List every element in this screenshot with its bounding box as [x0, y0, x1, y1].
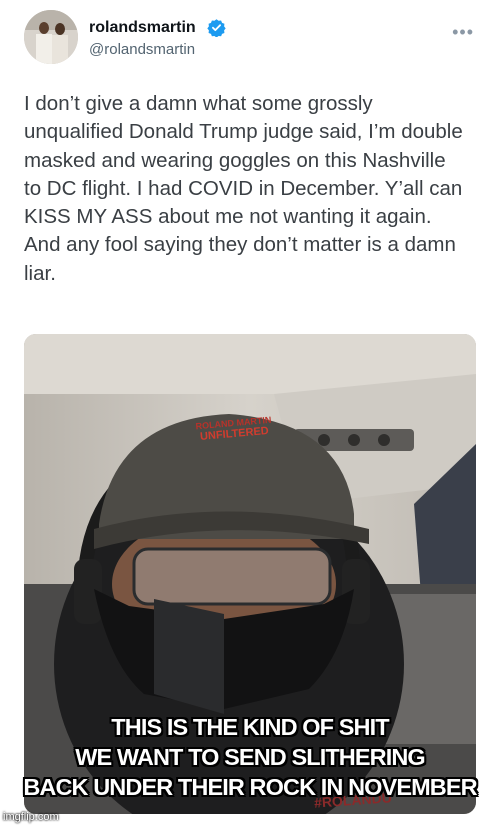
tweet-header: rolandsmartin @rolandsmartin •••: [24, 10, 476, 70]
tweet-text: I don’t give a damn what some grossly un…: [24, 92, 463, 285]
avatar-image: [24, 10, 78, 64]
meme-caption: THIS IS THE KIND OF SHIT WE WANT TO SEND…: [0, 712, 500, 802]
handle[interactable]: @rolandsmartin: [89, 41, 195, 58]
imgflip-watermark: imgflip.com: [3, 811, 59, 823]
more-options-icon[interactable]: •••: [452, 22, 474, 43]
caption-line-3: BACK UNDER THEIR ROCK IN NOVEMBER: [23, 774, 477, 800]
display-name[interactable]: rolandsmartin: [89, 19, 196, 37]
verified-badge-icon: [207, 18, 226, 38]
caption-line-2: WE WANT TO SEND SLITHERING: [75, 744, 425, 770]
caption-line-1: THIS IS THE KIND OF SHIT: [111, 714, 389, 740]
avatar[interactable]: [24, 10, 78, 64]
